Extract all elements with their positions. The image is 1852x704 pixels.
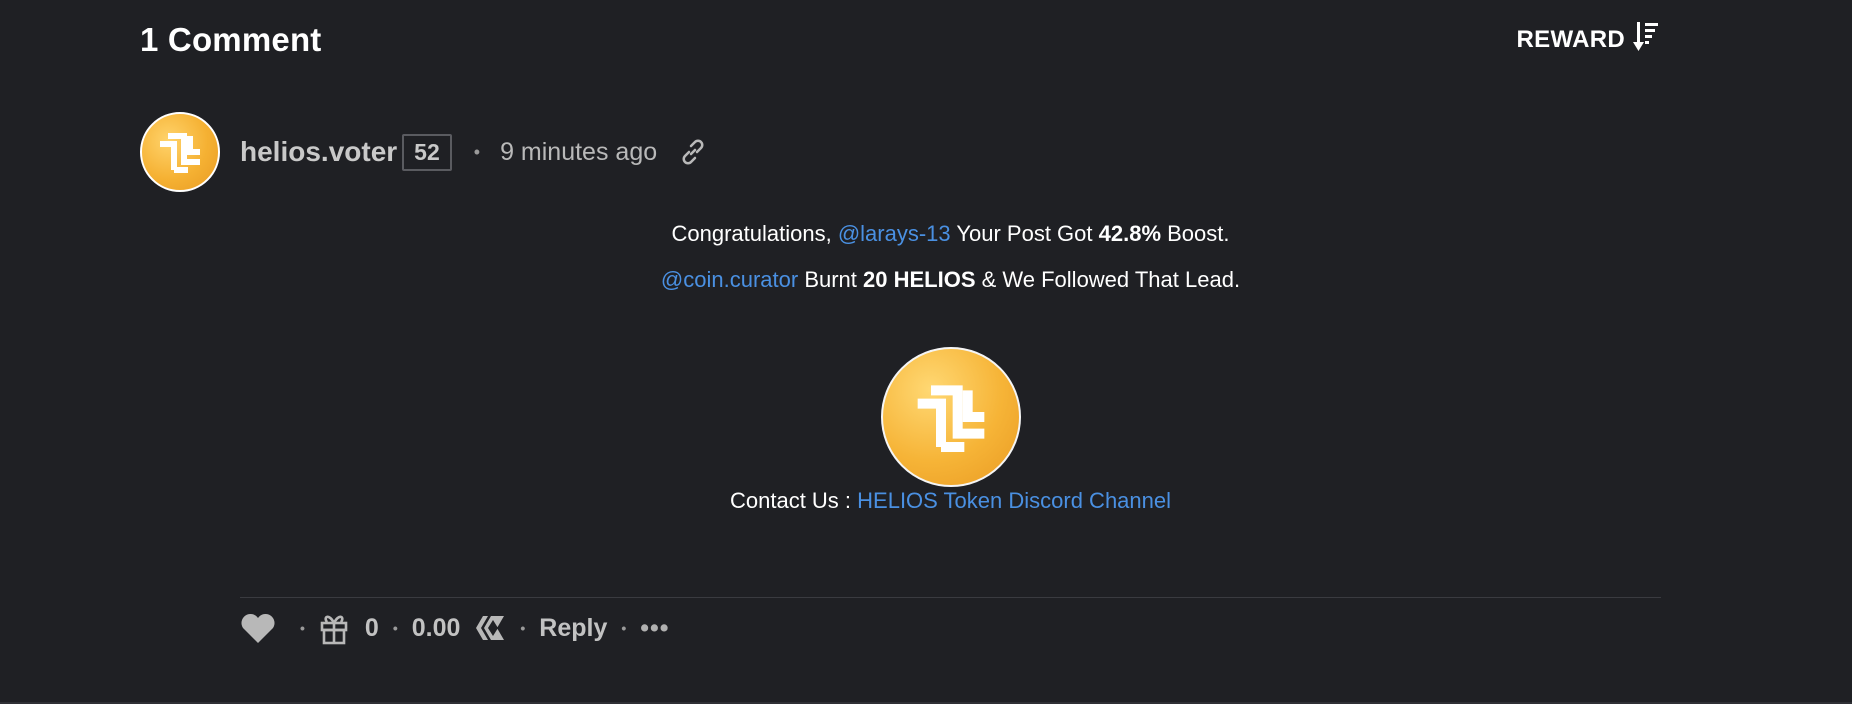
timestamp[interactable]: 9 minutes ago [500, 138, 657, 167]
comments-count: 1 Comment [140, 21, 322, 58]
sort-descending-icon [1633, 20, 1661, 61]
burn-line: @coin.curator Burnt 20 HELIOS & We Follo… [240, 266, 1661, 294]
comments-header: 1 Comment REWARD [140, 18, 1661, 62]
comment-header: helios.voter 52 • 9 minutes ago [140, 112, 707, 192]
boost-text-suffix: Boost. [1161, 221, 1230, 246]
logo-wrapper [240, 347, 1661, 487]
tip-count: 0 [364, 613, 379, 642]
meta-separator: • [473, 141, 481, 162]
more-icon[interactable]: ••• [640, 614, 669, 643]
sort-label: REWARD [1516, 26, 1625, 53]
gift-icon[interactable] [319, 611, 349, 645]
comment-actions: • 0 • 0.00 • Reply • ••• [240, 608, 670, 648]
helios-logo [880, 347, 1021, 487]
boost-value: 42.8% [1098, 221, 1162, 246]
payout-value[interactable]: 0.00 [412, 614, 461, 643]
action-separator: • [621, 620, 627, 636]
author-name[interactable]: helios.voter [240, 136, 397, 168]
boost-text-prefix: Congratulations, [671, 221, 838, 246]
hive-icon [474, 614, 506, 642]
comment-body: Congratulations, @larays-13 Your Post Go… [240, 220, 1661, 515]
heart-icon[interactable] [240, 612, 276, 644]
burn-text-mid: Burnt [798, 267, 864, 292]
boost-text-mid: Your Post Got [950, 221, 1099, 246]
sort-reward-button[interactable]: REWARD [1517, 20, 1661, 61]
action-separator: • [392, 620, 398, 636]
reputation-badge: 52 [402, 133, 452, 171]
contact-label: Contact Us : [729, 488, 858, 513]
mention-link-coin-curator[interactable]: @coin.curator [661, 267, 798, 292]
avatar[interactable] [140, 112, 220, 192]
helios-logo-icon [917, 385, 984, 452]
burn-amount: 20 HELIOS [863, 267, 976, 292]
helios-logo-icon [160, 133, 200, 173]
divider [240, 597, 1661, 598]
reply-button[interactable]: Reply [539, 614, 607, 643]
mention-link-larays[interactable]: @larays-13 [838, 221, 951, 246]
burn-text-suffix: & We Followed That Lead. [975, 267, 1241, 292]
discord-channel-link[interactable]: HELIOS Token Discord Channel [857, 488, 1171, 513]
boost-line: Congratulations, @larays-13 Your Post Go… [240, 220, 1661, 248]
action-separator: • [520, 620, 526, 636]
contact-line: Contact Us : HELIOS Token Discord Channe… [240, 487, 1661, 515]
action-separator: • [300, 620, 305, 636]
link-icon[interactable] [679, 138, 707, 166]
